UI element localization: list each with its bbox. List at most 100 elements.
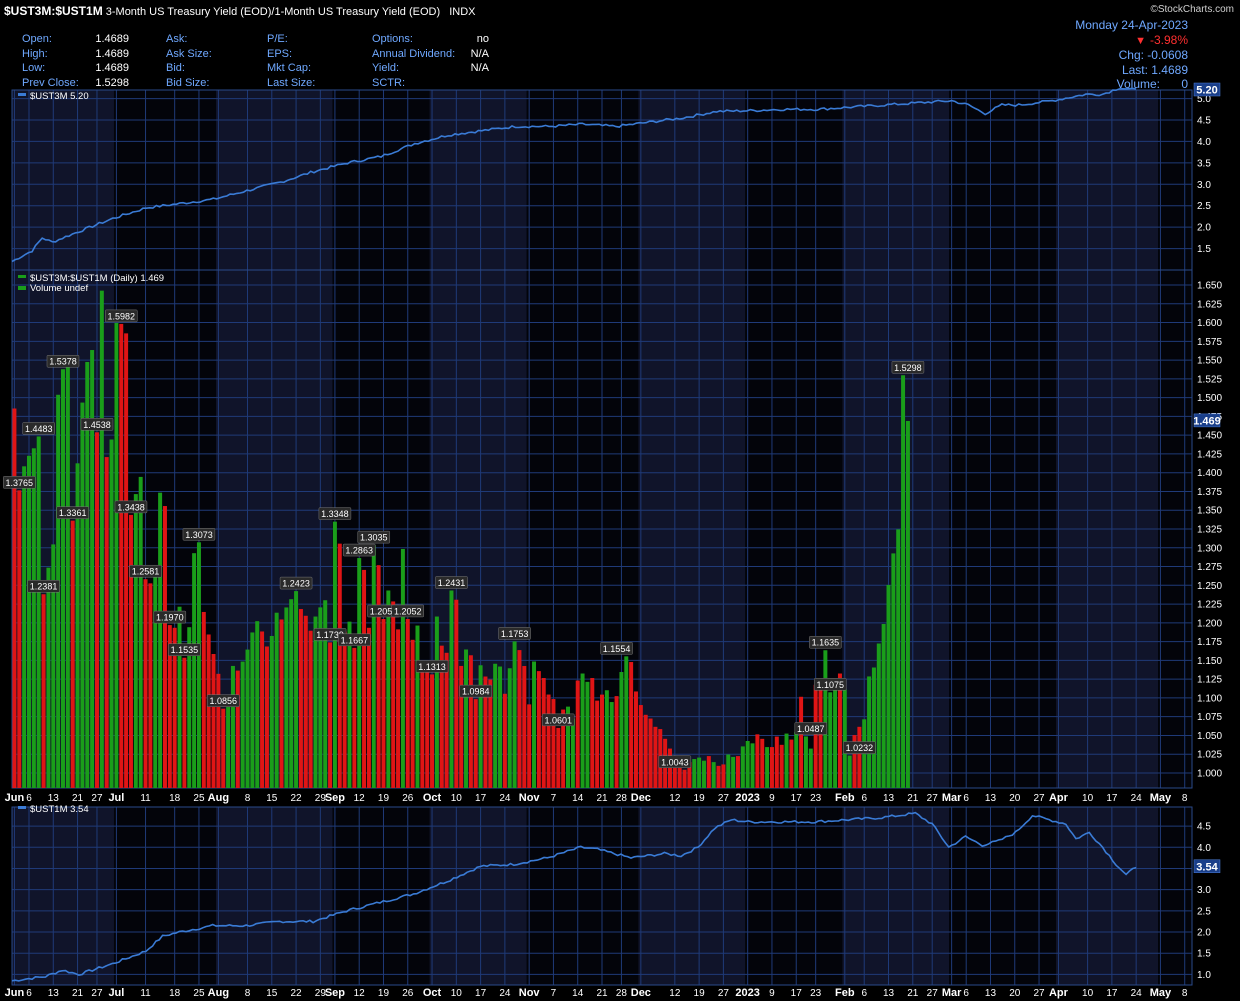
point-label-text: 1.3348 [321,509,349,519]
point-label-text: 1.5982 [107,311,135,321]
ratio-bar [177,606,182,788]
ratio-bar [600,694,604,788]
x-tick-label: 25 [193,988,205,999]
ratio-bar [507,668,512,788]
ratio-bar [434,616,439,788]
point-label: 1.4538 [80,418,114,431]
ratio-bar [541,678,546,788]
x-tick-label: Jun [5,792,25,804]
ratio-bar [847,755,852,788]
y-tick-label: 1.400 [1197,468,1222,479]
ratio-bar [769,747,774,788]
ratio-bar [352,647,357,788]
month-band [215,807,333,985]
point-label-text: 1.4483 [25,424,53,434]
ust1m-last-tag: 3.54 [1193,859,1221,873]
x-tick-label: 6 [26,988,32,999]
ratio-bar [648,718,653,788]
ratio-bar [731,756,736,788]
point-label-text: 1.2581 [132,567,160,577]
point-label-text: 1.2431 [438,578,466,588]
ratio-bar [803,736,808,788]
x-tick-label: Aug [208,792,229,804]
ratio-bar [274,612,279,788]
point-label: 1.5982 [105,309,138,323]
ratio-bar [527,704,532,788]
point-label-text: 1.1667 [341,635,369,645]
month-band [638,807,746,985]
ratio-bar [104,457,109,788]
ratio-bar [99,290,104,788]
point-label-text: 1.3361 [59,508,87,518]
month-band [745,807,843,985]
point-label: 1.5378 [46,354,80,368]
x-tick-label: 14 [572,988,584,999]
point-label: 1.1970 [153,610,187,624]
ratio-bar [211,653,216,788]
ratio-bar [12,408,17,788]
ratio-bar [386,590,391,788]
y-tick-label: 1.100 [1197,693,1222,704]
x-tick-label: 20 [1009,793,1021,804]
ratio-bar [881,623,886,788]
x-tick-label: 10 [451,988,463,999]
point-label-text: 1.1535 [171,645,199,655]
ratio-bar [706,756,711,788]
ratio-bar [284,607,289,788]
ratio-bar [585,681,590,788]
ratio-bar [124,333,129,788]
x-tick-label: Dec [631,792,651,804]
ratio-bar [609,702,614,788]
x-tick-label: 12 [354,988,366,999]
x-tick-label: 19 [694,793,706,804]
x-tick-label: 28 [616,988,628,999]
point-label-text: 1.0601 [545,715,573,725]
x-tick-label: 12 [669,793,681,804]
x-tick-label: 19 [694,988,706,999]
month-band [215,90,333,270]
ratio-bar [128,514,133,788]
x-tick-label: 6 [963,793,969,804]
x-tick-label: 8 [245,988,251,999]
x-tick-label: May [1150,987,1172,999]
ratio-bar [755,734,760,788]
y-tick-label: 1.250 [1197,581,1222,592]
volume-legend-text: Volume undef [30,283,88,294]
ratio-bar [580,673,585,788]
x-tick-label: 6 [861,988,867,999]
ratio-bar [905,420,910,788]
ratio-bar [891,553,896,788]
x-tick-label: 17 [791,793,803,804]
ratio-bar [410,639,415,788]
y-tick-label: 3.5 [1197,158,1211,169]
x-tick-label: 8 [1182,988,1188,999]
ratio-bar [357,558,362,788]
y-tick-label: 1.375 [1197,487,1222,498]
month-band [1056,807,1159,985]
x-tick-label: 10 [451,793,463,804]
ratio-bar [182,657,187,788]
month-band [842,807,950,985]
x-tick-label: 8 [245,793,251,804]
month-band [429,90,527,270]
ratio-bar [701,760,706,788]
point-label: 1.0856 [206,694,240,707]
ratio-bar [740,746,745,788]
point-label-text: 1.2423 [282,579,310,589]
x-tick-label: Nov [519,987,541,999]
ratio-bar [604,690,609,788]
x-tick-label: Dec [631,987,651,999]
x-tick-label: Oct [423,792,442,804]
ratio-bar [133,494,138,788]
x-tick-label: 7 [551,988,557,999]
point-label-text: 1.0856 [209,696,237,706]
ratio-bar [313,616,318,788]
month-band [429,807,527,985]
point-label: 1.2381 [27,579,60,593]
point-label-text: 1.0043 [661,757,689,767]
ratio-bar [289,599,294,788]
ratio-bar [813,684,818,788]
point-label-text: 1.0232 [846,743,874,753]
point-label: 1.4483 [22,422,55,435]
ratio-bar [823,650,828,788]
